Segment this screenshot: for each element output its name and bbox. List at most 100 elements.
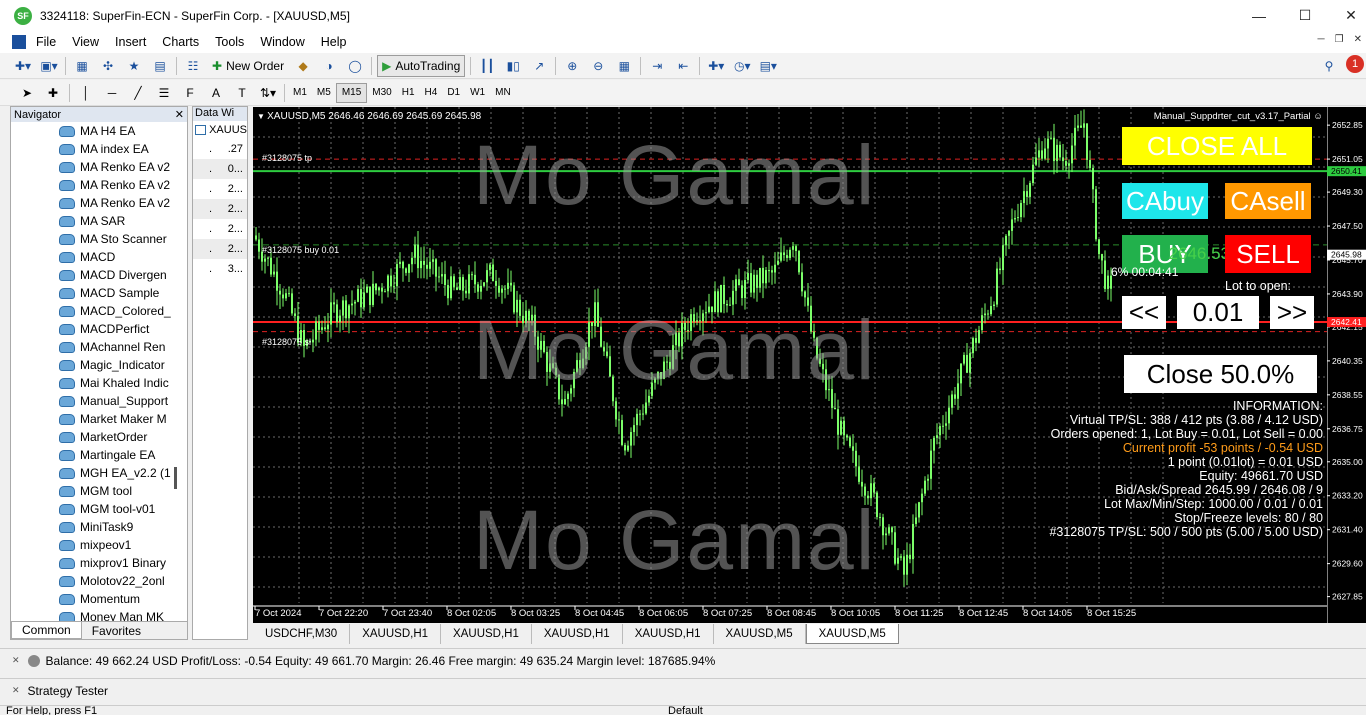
- navigator-item[interactable]: MACD Divergen: [11, 266, 187, 284]
- chart-tab[interactable]: XAUUSD,H1: [350, 624, 442, 644]
- navigator-item[interactable]: MGH EA_v2.2 (1: [11, 464, 187, 482]
- autotrading-button[interactable]: ▶ AutoTrading: [377, 54, 466, 77]
- navigator-item[interactable]: MA SAR: [11, 212, 187, 230]
- arrows-icon[interactable]: ⇅▾: [257, 82, 279, 104]
- menu-charts[interactable]: Charts: [154, 35, 207, 49]
- navigator-item[interactable]: Molotov22_2onl: [11, 572, 187, 590]
- text-label-icon[interactable]: T: [231, 82, 253, 104]
- navigator-item[interactable]: MACD_Colored_: [11, 302, 187, 320]
- signals-icon[interactable]: ◑: [318, 55, 340, 77]
- mdi-restore-button[interactable]: ❐: [1335, 34, 1344, 45]
- chart-shift-icon[interactable]: ⇤: [672, 55, 694, 77]
- strategy-tester-icon[interactable]: ☷: [182, 55, 204, 77]
- lot-increase-button[interactable]: >>: [1270, 296, 1314, 329]
- navigator-icon[interactable]: ★: [123, 55, 145, 77]
- timeframe-w1[interactable]: W1: [465, 83, 490, 103]
- templates-icon[interactable]: ▤▾: [757, 55, 779, 77]
- vertical-line-icon[interactable]: │: [75, 82, 97, 104]
- zoom-out-icon[interactable]: ⊖: [587, 55, 609, 77]
- close-partial-button[interactable]: Close 50.0%: [1124, 355, 1317, 393]
- chart-tab[interactable]: XAUUSD,M5: [805, 624, 899, 644]
- profiles-icon[interactable]: ▣▾: [38, 55, 60, 77]
- timeframe-m30[interactable]: M30: [367, 83, 396, 103]
- channel-icon[interactable]: ☰: [153, 82, 175, 104]
- tester-close-icon[interactable]: ✕: [12, 685, 20, 696]
- search-icon[interactable]: ⚲: [1318, 55, 1340, 77]
- lot-decrease-button[interactable]: <<: [1122, 296, 1166, 329]
- navigator-item[interactable]: Magic_Indicator: [11, 356, 187, 374]
- mdi-close-button[interactable]: ✕: [1354, 34, 1362, 45]
- terminal-close-icon[interactable]: ✕: [12, 655, 20, 666]
- navigator-item[interactable]: MiniTask9: [11, 518, 187, 536]
- indicators-icon[interactable]: ✚▾: [705, 55, 727, 77]
- navigator-close-icon[interactable]: ✕: [175, 108, 187, 121]
- mdi-minimize-button[interactable]: ─: [1318, 34, 1325, 45]
- notification-badge[interactable]: 1: [1346, 55, 1364, 73]
- periods-icon[interactable]: ◷▾: [731, 55, 753, 77]
- navigator-item[interactable]: Martingale EA: [11, 446, 187, 464]
- trendline-icon[interactable]: ╱: [127, 82, 149, 104]
- navigator-item[interactable]: MA Renko EA v2: [11, 176, 187, 194]
- horizontal-line-icon[interactable]: ─: [101, 82, 123, 104]
- chart-tab[interactable]: XAUUSD,H1: [623, 624, 714, 644]
- bar-chart-icon[interactable]: ┃┃: [476, 55, 498, 77]
- line-chart-icon[interactable]: ↗: [528, 55, 550, 77]
- navigator-item[interactable]: MACDPerfict: [11, 320, 187, 338]
- tile-windows-icon[interactable]: ▦: [613, 55, 635, 77]
- cursor-icon[interactable]: ➤: [16, 82, 38, 104]
- menu-file[interactable]: File: [28, 35, 64, 49]
- text-icon[interactable]: A: [205, 82, 227, 104]
- navigator-item[interactable]: MACD: [11, 248, 187, 266]
- zoom-in-icon[interactable]: ⊕: [561, 55, 583, 77]
- navigator-item[interactable]: Momentum: [11, 590, 187, 608]
- menu-insert[interactable]: Insert: [107, 35, 154, 49]
- metaeditor-icon[interactable]: ◆: [292, 55, 314, 77]
- navigator-item[interactable]: mixprov1 Binary: [11, 554, 187, 572]
- price-chart[interactable]: 7 Oct 2024 7 Oct 22:20 7 Oct 23:40 8 Oct 02…: [253, 107, 1327, 623]
- timeframe-m15[interactable]: M15: [335, 82, 368, 103]
- sell-button[interactable]: SELL: [1225, 235, 1311, 273]
- navigator-scrollbar[interactable]: [174, 467, 177, 489]
- navigator-item[interactable]: MAchannel Ren: [11, 338, 187, 356]
- close-all-buy-button[interactable]: CAbuy: [1122, 183, 1208, 219]
- chart-tab[interactable]: XAUUSD,M5: [714, 624, 806, 644]
- fibonacci-icon[interactable]: F: [179, 82, 201, 104]
- new-order-button[interactable]: ✚ New Order: [208, 55, 288, 77]
- navigator-item[interactable]: Manual_Support: [11, 392, 187, 410]
- navigator-item[interactable]: MarketOrder: [11, 428, 187, 446]
- navigator-item[interactable]: MA Renko EA v2: [11, 158, 187, 176]
- navigator-item[interactable]: Market Maker M: [11, 410, 187, 428]
- close-window-button[interactable]: ✕: [1328, 0, 1366, 31]
- chart-tab[interactable]: XAUUSD,H1: [532, 624, 623, 644]
- timeframe-h4[interactable]: H4: [420, 83, 443, 103]
- chart-tab[interactable]: XAUUSD,H1: [441, 624, 532, 644]
- auto-scroll-icon[interactable]: ⇥: [646, 55, 668, 77]
- navigator-item[interactable]: MGM tool-v01: [11, 500, 187, 518]
- navigator-item[interactable]: MACD Sample: [11, 284, 187, 302]
- navigator-item[interactable]: mixpeov1: [11, 536, 187, 554]
- close-all-button[interactable]: CLOSE ALL: [1122, 127, 1312, 165]
- navigator-item[interactable]: MA Sto Scanner: [11, 230, 187, 248]
- navigator-item[interactable]: MA Renko EA v2: [11, 194, 187, 212]
- tester-label[interactable]: Strategy Tester: [28, 684, 108, 698]
- tab-common[interactable]: Common: [11, 622, 82, 639]
- menu-window[interactable]: Window: [252, 35, 312, 49]
- new-chart-icon[interactable]: ✚▾: [12, 55, 34, 77]
- timeframe-h1[interactable]: H1: [397, 83, 420, 103]
- crosshair-nav-icon[interactable]: ✣: [97, 55, 119, 77]
- maximize-button[interactable]: ☐: [1282, 0, 1328, 31]
- terminal-icon[interactable]: ▤: [149, 55, 171, 77]
- close-all-sell-button[interactable]: CAsell: [1225, 183, 1311, 219]
- candlestick-icon[interactable]: ▮▯: [502, 55, 524, 77]
- navigator-item[interactable]: Mai Khaled Indic: [11, 374, 187, 392]
- tab-favorites[interactable]: Favorites: [82, 622, 151, 639]
- menu-help[interactable]: Help: [313, 35, 355, 49]
- navigator-item[interactable]: MGM tool: [11, 482, 187, 500]
- timeframe-d1[interactable]: D1: [442, 83, 465, 103]
- crosshair-icon[interactable]: ✚: [42, 82, 64, 104]
- lot-size-field[interactable]: 0.01: [1177, 296, 1259, 329]
- menu-view[interactable]: View: [64, 35, 107, 49]
- minimize-button[interactable]: —: [1236, 0, 1282, 31]
- timeframe-m5[interactable]: M5: [312, 83, 336, 103]
- navigator-item[interactable]: MA H4 EA: [11, 122, 187, 140]
